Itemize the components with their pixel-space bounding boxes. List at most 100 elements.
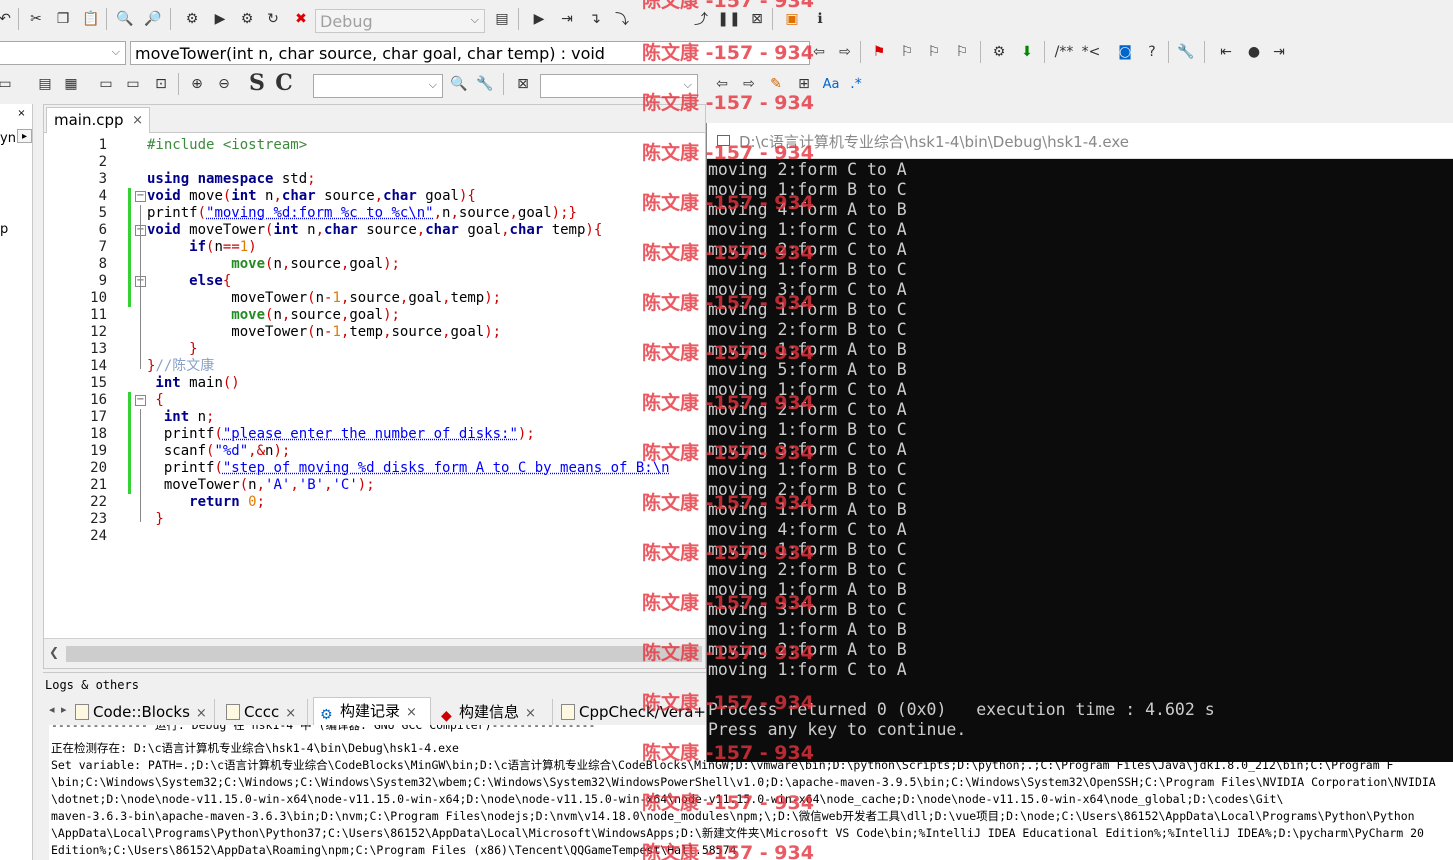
code-area[interactable]: #include <iostream> using namespace std; v… — [147, 135, 707, 640]
help-icon[interactable]: ? — [1141, 41, 1163, 63]
code-token: if — [147, 239, 207, 255]
log-tab-build-log[interactable]: ⚙ 构建记录 × — [313, 697, 431, 725]
console-line: moving 4:form C to A — [708, 520, 907, 539]
document-icon — [561, 704, 575, 720]
watermark-text: 陈文康 -157 - 934 — [642, 642, 814, 664]
close-icon[interactable]: × — [14, 107, 29, 121]
s-button[interactable]: S — [246, 70, 268, 96]
html-help-icon[interactable]: ◙ — [1114, 41, 1136, 63]
scroll-left-icon[interactable]: ❮ — [49, 645, 59, 659]
fold-toggle-icon[interactable]: − — [135, 191, 146, 202]
record-icon[interactable]: ● — [1243, 41, 1265, 63]
doxywizard-icon[interactable]: ⚙ — [988, 41, 1010, 63]
bookmark-next-icon[interactable]: ⚐ — [923, 41, 945, 63]
copy-icon[interactable]: ❐ — [52, 8, 74, 30]
search-settings-icon[interactable]: 🔧 — [474, 73, 496, 95]
regex-button[interactable]: .* — [845, 73, 867, 95]
code-token: char — [383, 188, 426, 204]
console-window[interactable]: D:\c语言计算机专业综合\hsk1-4\bin\Debug\hsk1-4.ex… — [706, 123, 1453, 762]
code-line: printf("please enter the number of disks… — [147, 426, 535, 443]
doxyblocks-extract-icon[interactable]: ⬇ — [1016, 41, 1038, 63]
run-icon[interactable]: ▶ — [209, 8, 231, 30]
box-icon[interactable]: ▭ — [95, 73, 117, 95]
next-line-icon[interactable]: ↴ — [584, 8, 606, 30]
log-tab-codeblocks[interactable]: Code::Blocks × — [69, 699, 215, 725]
close-icon[interactable]: × — [196, 706, 207, 721]
line-number: 21 — [90, 477, 107, 493]
rebuild-icon[interactable]: ↻ — [262, 8, 284, 30]
close-icon[interactable]: × — [285, 706, 296, 721]
tab-main-cpp[interactable]: main.cpp × — [46, 107, 150, 133]
log-line: Edition%;C:\Users\86152\AppData\Roaming\… — [51, 843, 737, 857]
toolbar-separator — [518, 8, 519, 30]
goto-start-icon[interactable]: ⇤ — [1215, 41, 1237, 63]
zoom-out-icon[interactable]: ⊖ — [213, 73, 235, 95]
gear-icon: ⚙ — [320, 707, 333, 723]
code-line: { — [147, 392, 164, 409]
tab-scroll-left-icon[interactable]: ◂ — [49, 703, 55, 716]
build-options-icon[interactable]: ▤ — [491, 8, 513, 30]
toolbar-separator — [1204, 41, 1205, 63]
function-signature: moveTower(int n, char source, char goal,… — [135, 43, 605, 63]
replace-icon[interactable]: 🔎 — [142, 8, 164, 30]
run-to-cursor-icon[interactable]: ⇥ — [556, 8, 578, 30]
build-target-value: Debug — [320, 11, 373, 31]
zoom-in-icon[interactable]: ⊕ — [186, 73, 208, 95]
bookmark-prev-icon[interactable]: ⚐ — [896, 41, 918, 63]
code-token: n — [248, 477, 257, 493]
wrench-icon[interactable]: 🔧 — [1175, 41, 1197, 63]
match-case-icon[interactable]: Aa — [820, 73, 842, 95]
code-token: main — [189, 375, 223, 391]
code-token: { — [147, 392, 164, 408]
undo-icon[interactable]: ↶ — [0, 8, 16, 30]
tab-scroll-right-icon[interactable]: ▸ — [17, 129, 32, 143]
layout-full-icon[interactable]: ▦ — [60, 73, 82, 95]
log-tab-cccc[interactable]: Cccc × — [220, 699, 308, 725]
box-sel-icon[interactable]: ⊡ — [150, 73, 172, 95]
scope-select[interactable]: ⌵ — [0, 41, 126, 65]
code-token: goal — [408, 290, 443, 306]
console-title-bar[interactable]: D:\c语言计算机专业综合\hsk1-4\bin\Debug\hsk1-4.ex… — [707, 123, 1453, 159]
code-editor[interactable]: main.cpp × 1 2 3 4 5 6 7 8 9 10 11 12 13 14 15 16 17 18 19… — [43, 104, 706, 669]
code-token: "%d" — [214, 443, 249, 459]
tab-scroll-right-icon[interactable]: ▸ — [61, 703, 67, 716]
log-tab-build-messages[interactable]: ◆ 构建信息 × — [435, 699, 553, 725]
clear-search-icon[interactable]: ⊠ — [512, 73, 534, 95]
code-token: printf — [147, 205, 198, 221]
code-token: "please enter the number of disks:" — [222, 426, 518, 442]
line-comment-button[interactable]: *< — [1078, 41, 1104, 63]
close-icon[interactable]: × — [525, 706, 536, 721]
bookmark-clear-icon[interactable]: ⚐ — [951, 41, 973, 63]
console-output[interactable]: moving 2:form C to Amoving 1:form B to C… — [707, 160, 1453, 760]
layout-icon[interactable]: ▭ — [0, 73, 16, 95]
jump-forward-icon[interactable]: ⇨ — [834, 41, 856, 63]
goto-end-icon[interactable]: ⇥ — [1268, 41, 1290, 63]
box-round-icon[interactable]: ▭ — [122, 73, 144, 95]
fold-toggle-icon[interactable]: − — [135, 395, 146, 406]
code-line: else{ — [147, 273, 231, 290]
close-icon[interactable]: × — [132, 108, 143, 133]
build-gear-icon[interactable]: ⚙ — [181, 8, 203, 30]
search-combo[interactable]: ⌵ — [313, 74, 443, 98]
scrollbar-thumb[interactable] — [66, 646, 702, 662]
find-icon[interactable]: 🔍 — [114, 8, 136, 30]
horizontal-scrollbar[interactable]: ❮ — [44, 638, 705, 668]
abort-icon[interactable]: ✖ — [290, 8, 312, 30]
line-number: 11 — [90, 307, 107, 323]
paste-icon[interactable]: 📋 — [80, 8, 102, 30]
bookmark-toggle-icon[interactable]: ⚑ — [868, 41, 890, 63]
build-target-select[interactable]: Debug ⌵ — [315, 9, 485, 33]
c-button[interactable]: C — [273, 70, 295, 96]
cut-icon[interactable]: ✂ — [25, 8, 47, 30]
layout-alt-icon[interactable]: ▤ — [34, 73, 56, 95]
search-go-icon[interactable]: 🔍 — [448, 73, 470, 95]
build-run-icon[interactable]: ⚙ — [236, 8, 258, 30]
close-icon[interactable]: × — [406, 705, 417, 720]
debug-start-icon[interactable]: ▶ — [528, 8, 550, 30]
step-into-icon[interactable]: ⤵ — [611, 8, 633, 30]
doc-comment-button[interactable]: /** — [1050, 41, 1078, 63]
code-token: int — [147, 375, 190, 391]
editor-tab-bar: main.cpp × — [44, 105, 705, 133]
code-token: ( — [197, 205, 207, 221]
code-token: goal — [349, 256, 384, 272]
